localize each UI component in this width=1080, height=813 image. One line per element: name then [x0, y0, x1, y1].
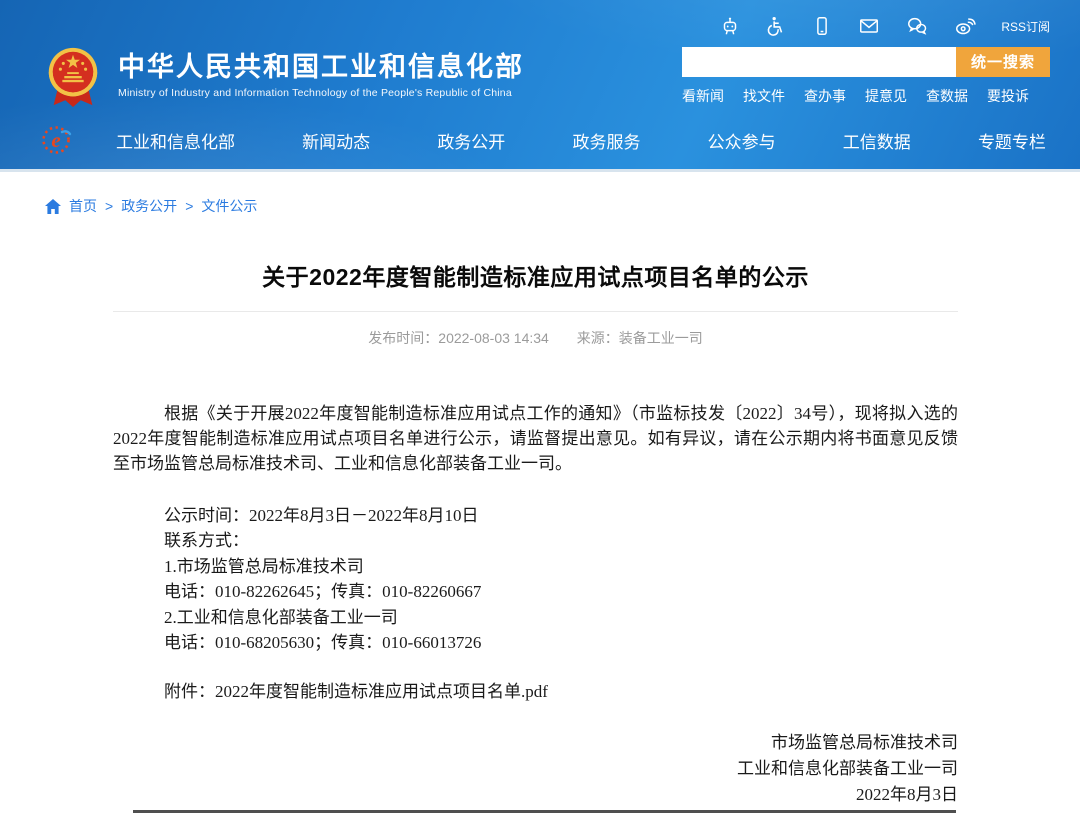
quick-link-files[interactable]: 找文件 — [743, 86, 785, 106]
assistant-robot-icon[interactable] — [719, 15, 741, 37]
quick-link-complaints[interactable]: 要投诉 — [987, 86, 1029, 106]
contact-phone-1: 电话：010-82262645；传真：010-82260667 — [113, 579, 958, 604]
search-input[interactable] — [682, 47, 956, 77]
article: 关于2022年度智能制造标准应用试点项目名单的公示 发布时间：2022-08-0… — [113, 258, 958, 813]
mobile-icon[interactable] — [811, 15, 833, 37]
article-meta: 发布时间：2022-08-03 14:34 来源：装备工业一司 — [113, 328, 958, 348]
publish-time: 发布时间：2022-08-03 14:34 — [368, 330, 549, 346]
nav-item-miit[interactable]: 工业和信息化部 — [116, 128, 235, 153]
svg-text:e: e — [51, 128, 60, 152]
contact-org-2: 2.工业和信息化部装备工业一司 — [113, 605, 958, 630]
weibo-icon[interactable] — [953, 15, 977, 37]
search-area: 统一搜索 看新闻 找文件 查办事 提意见 查数据 要投诉 — [682, 47, 1050, 106]
accessibility-icon[interactable] — [765, 15, 787, 37]
nav-item-gov-services[interactable]: 政务服务 — [572, 128, 640, 153]
article-body: 根据《关于开展2022年度智能制造标准应用试点工作的通知》（市监标技发〔2022… — [113, 401, 958, 808]
attachment-line: 附件：2022年度智能制造标准应用试点项目名单.pdf — [113, 679, 958, 704]
quick-link-news[interactable]: 看新闻 — [682, 86, 724, 106]
contact-org-1: 1.市场监管总局标准技术司 — [113, 554, 958, 579]
mail-icon[interactable] — [857, 15, 881, 37]
main-nav: e 工业和信息化部 新闻动态 政务公开 政务服务 公众参与 工信数据 专题专栏 — [0, 114, 1080, 166]
breadcrumb-home[interactable]: 首页 — [69, 196, 97, 216]
site-title: 中华人民共和国工业和信息化部 — [118, 53, 524, 83]
quick-links: 看新闻 找文件 查办事 提意见 查数据 要投诉 — [682, 86, 1050, 106]
nav-item-special-topics[interactable]: 专题专栏 — [978, 128, 1046, 153]
breadcrumb-separator: > — [185, 198, 193, 214]
masthead: 中华人民共和国工业和信息化部 Ministry of Industry and … — [0, 38, 1080, 114]
quick-link-services[interactable]: 查办事 — [804, 86, 846, 106]
nav-item-public-participation[interactable]: 公众参与 — [708, 128, 776, 153]
signature-block: 市场监管总局标准技术司 工业和信息化部装备工业一司 2022年8月3日 — [113, 730, 958, 808]
rss-subscribe-link[interactable]: RSS订阅 — [1001, 18, 1050, 35]
contact-phone-2: 电话：010-68205630；传真：010-66013726 — [113, 630, 958, 655]
gov-portal-e-icon[interactable]: e — [40, 122, 74, 158]
site-subtitle: Ministry of Industry and Information Tec… — [118, 87, 524, 99]
signature-org-1: 市场监管总局标准技术司 — [113, 730, 958, 756]
quick-link-data[interactable]: 查数据 — [926, 86, 968, 106]
site-header: RSS订阅 中华人民共和国工业和信息化部 Ministry of Industr… — [0, 0, 1080, 172]
breadcrumb: 首页 > 政务公开 > 文件公示 — [0, 172, 1080, 216]
breadcrumb-file-publicity[interactable]: 文件公示 — [201, 196, 257, 216]
title-divider — [113, 311, 958, 312]
nav-item-data[interactable]: 工信数据 — [843, 128, 911, 153]
attachment-pdf-link[interactable]: 附件：2022年度智能制造标准应用试点项目名单.pdf — [164, 682, 548, 701]
paragraph: 根据《关于开展2022年度智能制造标准应用试点工作的通知》（市监标技发〔2022… — [113, 401, 958, 476]
unified-search-button[interactable]: 统一搜索 — [956, 47, 1050, 77]
breadcrumb-gov-disclosure[interactable]: 政务公开 — [121, 196, 177, 216]
contact-info: 公示时间：2022年8月3日－2022年8月10日 联系方式： 1.市场监管总局… — [113, 503, 958, 655]
nav-item-gov-disclosure[interactable]: 政务公开 — [437, 128, 505, 153]
nav-items: 工业和信息化部 新闻动态 政务公开 政务服务 公众参与 工信数据 专题专栏 — [116, 128, 1046, 153]
home-icon[interactable] — [45, 199, 61, 214]
page-title: 关于2022年度智能制造标准应用试点项目名单的公示 — [113, 258, 958, 292]
signature-date: 2022年8月3日 — [113, 782, 958, 808]
quick-link-suggestions[interactable]: 提意见 — [865, 86, 907, 106]
signature-org-2: 工业和信息化部装备工业一司 — [113, 756, 958, 782]
contact-heading: 联系方式： — [113, 528, 958, 553]
utility-bar: RSS订阅 — [0, 0, 1080, 38]
national-emblem-logo — [42, 42, 104, 110]
publicity-period: 公示时间：2022年8月3日－2022年8月10日 — [113, 503, 958, 528]
source: 来源：装备工业一司 — [577, 330, 703, 346]
breadcrumb-separator: > — [105, 198, 113, 214]
nav-item-news[interactable]: 新闻动态 — [302, 128, 370, 153]
site-identity: 中华人民共和国工业和信息化部 Ministry of Industry and … — [118, 53, 524, 100]
wechat-icon[interactable] — [905, 15, 929, 37]
